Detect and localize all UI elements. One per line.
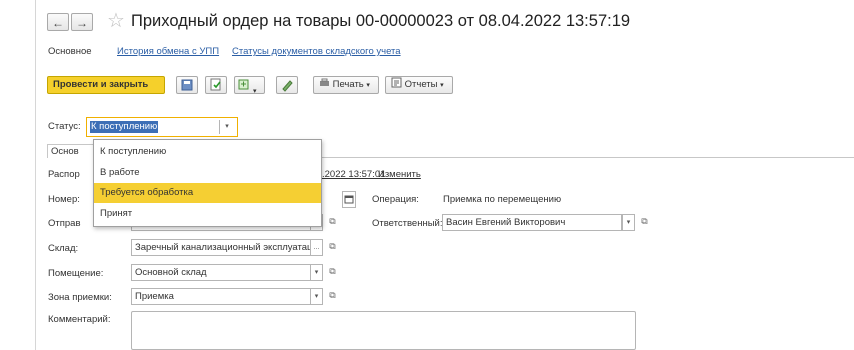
operation-value: Приемка по перемещению — [443, 194, 562, 205]
post-document-icon — [210, 78, 221, 91]
change-link[interactable]: Изменить — [378, 169, 421, 180]
room-dropdown[interactable]: ▾ — [310, 264, 323, 281]
create-based-on-button[interactable]: ▾ — [234, 76, 265, 95]
status-value: К поступлению — [90, 121, 159, 133]
calendar-button[interactable] — [342, 191, 356, 208]
save-icon — [181, 79, 193, 91]
arrow-left-icon: ← — [52, 16, 64, 30]
distribution-date-link[interactable]: .2022 13:57:01 — [322, 169, 385, 180]
room-open-icon[interactable]: ⧉ — [326, 264, 339, 281]
save-button[interactable] — [176, 76, 198, 94]
operation-label: Операция: — [372, 194, 419, 205]
comment-label: Комментарий: — [48, 314, 111, 325]
chevron-down-icon: ▾ — [314, 293, 319, 300]
responsible-field[interactable]: Васин Евгений Викторович — [442, 214, 622, 231]
status-label: Статус: — [48, 121, 81, 132]
chevron-down-icon: ▾ — [440, 82, 444, 89]
sender-label: Отправ — [48, 218, 81, 229]
chevron-down-icon: ▾ — [366, 82, 370, 89]
tab-main[interactable]: Основное — [48, 46, 92, 57]
post-button[interactable] — [205, 76, 227, 94]
number-label: Номер: — [48, 194, 80, 205]
calendar-icon — [344, 195, 354, 204]
post-and-close-button[interactable]: Провести и закрыть — [47, 76, 165, 94]
chevron-down-icon: ▾ — [626, 219, 631, 226]
edit-button[interactable] — [276, 76, 298, 94]
chevron-down-icon: ▾ — [314, 269, 319, 276]
menu-item-in-progress[interactable]: В работе — [94, 163, 321, 183]
sender-open-icon[interactable]: ⧉ — [326, 214, 339, 231]
responsible-label: Ответственный: — [372, 218, 443, 229]
reports-button[interactable]: Отчеты ▾ — [385, 76, 453, 94]
arrow-right-icon: → — [76, 16, 88, 30]
tab-history-link[interactable]: История обмена с УПП — [117, 46, 219, 57]
zone-field[interactable]: Приемка — [131, 288, 311, 305]
print-label: Печать — [332, 79, 364, 90]
favorite-star-icon[interactable]: ☆ — [107, 10, 125, 32]
warehouse-select-button[interactable]: ... — [310, 239, 323, 256]
status-dropdown-menu: К поступлению В работе Требуется обработ… — [93, 139, 322, 227]
warehouse-field[interactable]: Заречный канализационный эксплуатац — [131, 239, 311, 256]
page-title: Приходный ордер на товары 00-00000023 от… — [131, 12, 631, 30]
menu-item-to-receive[interactable]: К поступлению — [94, 142, 321, 162]
report-icon — [391, 77, 402, 88]
reports-label: Отчеты — [404, 79, 438, 90]
zone-dropdown[interactable]: ▾ — [310, 288, 323, 305]
room-label: Помещение: — [48, 268, 104, 279]
printer-icon — [320, 78, 329, 86]
frame-border — [35, 0, 36, 350]
warehouse-open-icon[interactable]: ⧉ — [326, 239, 339, 256]
responsible-open-icon[interactable]: ⧉ — [638, 214, 651, 231]
comment-textarea[interactable] — [131, 311, 636, 350]
back-button[interactable]: ← — [47, 13, 69, 31]
chevron-down-icon[interactable]: ▾ — [219, 120, 234, 134]
status-select[interactable]: К поступлению ▾ — [86, 117, 238, 137]
zone-open-icon[interactable]: ⧉ — [326, 288, 339, 305]
tab-statuses-link[interactable]: Статусы документов складского учета — [232, 46, 401, 57]
create-based-on-icon — [238, 79, 249, 90]
responsible-dropdown[interactable]: ▾ — [622, 214, 635, 231]
print-button[interactable]: Печать ▾ — [313, 76, 379, 94]
chevron-down-icon: ▾ — [253, 88, 257, 95]
menu-item-needs-processing[interactable]: Требуется обработка — [94, 183, 321, 203]
warehouse-label: Склад: — [48, 243, 79, 254]
pencil-icon — [282, 80, 293, 92]
menu-item-accepted[interactable]: Принят — [94, 204, 321, 224]
forward-button[interactable]: → — [71, 13, 93, 31]
zone-label: Зона приемки: — [48, 292, 112, 303]
room-field[interactable]: Основной склад — [131, 264, 311, 281]
tab-basic[interactable]: Основ — [47, 144, 97, 158]
distribution-label: Распор — [48, 169, 80, 180]
